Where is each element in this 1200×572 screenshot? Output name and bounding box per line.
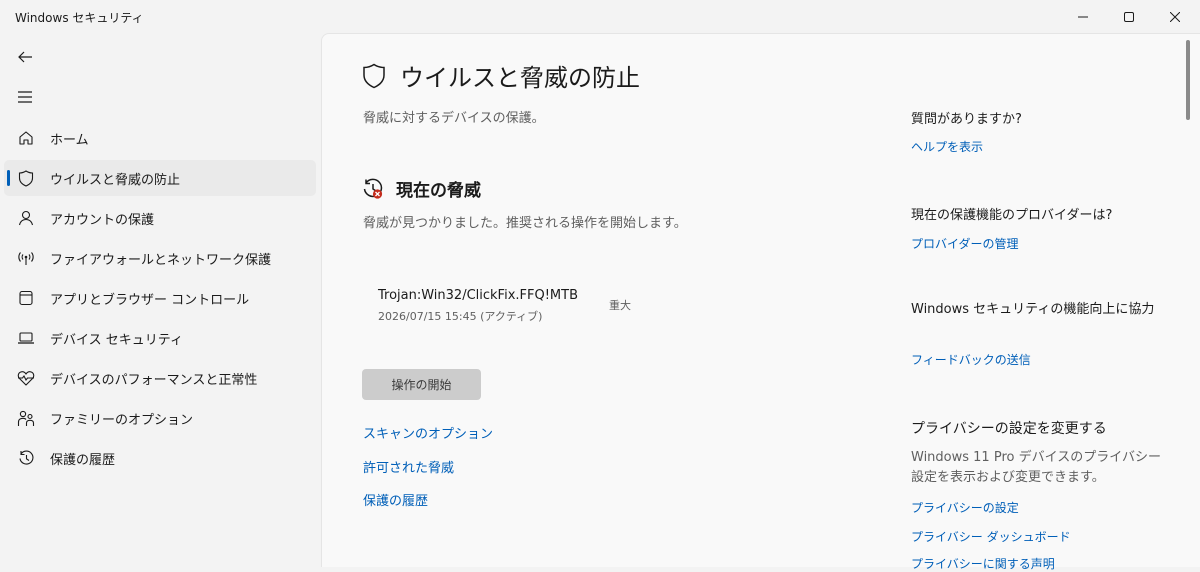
maximize-icon bbox=[1124, 11, 1134, 22]
sidebar-item-label: ファイアウォールとネットワーク保護 bbox=[50, 253, 272, 268]
sidebar-item-label: ウイルスと脅威の防止 bbox=[50, 173, 181, 188]
close-button[interactable] bbox=[1152, 0, 1198, 33]
protection-history-link[interactable]: 保護の履歴 bbox=[363, 490, 428, 509]
sidebar-item-label: 保護の履歴 bbox=[50, 453, 116, 468]
heart-pulse-icon bbox=[17, 369, 35, 387]
hamburger-menu-button[interactable] bbox=[10, 82, 40, 112]
sidebar-item-app-browser-control[interactable]: アプリとブラウザー コントロール bbox=[4, 280, 316, 316]
browser-window-icon bbox=[17, 289, 35, 307]
manage-providers-link[interactable]: プロバイダーの管理 bbox=[911, 235, 1019, 252]
person-icon bbox=[17, 209, 35, 227]
sidebar-item-virus-protection[interactable]: ウイルスと脅威の防止 bbox=[4, 160, 316, 196]
minimize-button[interactable] bbox=[1060, 0, 1106, 33]
sidebar-item-label: デバイス セキュリティ bbox=[50, 333, 183, 348]
privacy-dashboard-link[interactable]: プライバシー ダッシュボード bbox=[911, 528, 1071, 545]
page-subtitle: 脅威に対するデバイスの保護。 bbox=[363, 111, 545, 126]
sidebar-item-label: アカウントの保護 bbox=[50, 213, 155, 228]
privacy-settings-link[interactable]: プライバシーの設定 bbox=[911, 499, 1019, 516]
privacy-statement-link[interactable]: プライバシーに関する声明 bbox=[911, 555, 1055, 572]
home-icon bbox=[17, 129, 35, 147]
app-title: Windows セキュリティ bbox=[15, 11, 144, 25]
privacy-description: Windows 11 Pro デバイスのプライバシー設定を表示および変更できます… bbox=[911, 450, 1161, 485]
threat-date: 2026/07/15 15:45 (アクティブ) bbox=[378, 310, 543, 323]
current-threats-header: 現在の脅威 bbox=[362, 176, 481, 201]
page-title: ウイルスと脅威の防止 bbox=[400, 64, 640, 92]
family-icon bbox=[17, 409, 35, 427]
minimize-icon bbox=[1078, 16, 1088, 17]
wireless-icon bbox=[17, 249, 35, 267]
sidebar-item-label: ファミリーのオプション bbox=[50, 413, 194, 428]
threat-history-icon bbox=[363, 178, 383, 199]
maximize-button[interactable] bbox=[1106, 0, 1152, 33]
sidebar-item-home[interactable]: ホーム bbox=[4, 120, 316, 156]
start-actions-button[interactable]: 操作の開始 bbox=[362, 369, 481, 400]
page-header: ウイルスと脅威の防止 bbox=[362, 58, 640, 93]
shield-icon bbox=[363, 63, 385, 88]
sidebar-item-account-protection[interactable]: アカウントの保護 bbox=[4, 200, 316, 236]
close-icon bbox=[1170, 11, 1180, 22]
title-bar: Windows セキュリティ bbox=[0, 0, 1200, 33]
sidebar-item-protection-history[interactable]: 保護の履歴 bbox=[4, 440, 316, 476]
back-arrow-icon bbox=[18, 51, 32, 63]
sidebar-item-device-security[interactable]: デバイス セキュリティ bbox=[4, 320, 316, 356]
selection-indicator bbox=[7, 170, 10, 186]
scrollbar[interactable] bbox=[1186, 40, 1190, 120]
shield-icon bbox=[17, 169, 35, 187]
provider-heading: 現在の保護機能のプロバイダーは? bbox=[911, 208, 1113, 223]
hamburger-icon bbox=[18, 91, 32, 103]
send-feedback-link[interactable]: フィードバックの送信 bbox=[911, 351, 1031, 368]
privacy-heading: プライバシーの設定を変更する bbox=[911, 421, 1107, 437]
sidebar-item-family-options[interactable]: ファミリーのオプション bbox=[4, 400, 316, 436]
sidebar-item-firewall[interactable]: ファイアウォールとネットワーク保護 bbox=[4, 240, 316, 276]
sidebar-item-label: ホーム bbox=[50, 133, 89, 148]
current-threats-description: 脅威が見つかりました。推奨される操作を開始します。 bbox=[363, 216, 687, 231]
sidebar-item-device-performance[interactable]: デバイスのパフォーマンスと正常性 bbox=[4, 360, 316, 396]
sidebar-item-label: アプリとブラウザー コントロール bbox=[50, 293, 250, 308]
question-heading: 質問がありますか? bbox=[911, 112, 1022, 127]
improve-heading: Windows セキュリティの機能向上に協力 bbox=[911, 302, 1155, 317]
back-button[interactable] bbox=[10, 42, 40, 72]
current-threats-title: 現在の脅威 bbox=[396, 181, 481, 201]
scan-options-link[interactable]: スキャンのオプション bbox=[363, 423, 493, 442]
sidebar-item-label: デバイスのパフォーマンスと正常性 bbox=[50, 373, 258, 388]
laptop-icon bbox=[17, 329, 35, 347]
main-content: ウイルスと脅威の防止 脅威に対するデバイスの保護。 現在の脅威 脅威が見つかりま… bbox=[321, 33, 1200, 571]
history-icon bbox=[17, 449, 35, 467]
get-help-link[interactable]: ヘルプを表示 bbox=[911, 138, 983, 155]
allowed-threats-link[interactable]: 許可された脅威 bbox=[363, 457, 454, 476]
threat-name[interactable]: Trojan:Win32/ClickFix.FFQ!MTB bbox=[378, 288, 578, 303]
threat-severity: 重大 bbox=[609, 299, 631, 312]
